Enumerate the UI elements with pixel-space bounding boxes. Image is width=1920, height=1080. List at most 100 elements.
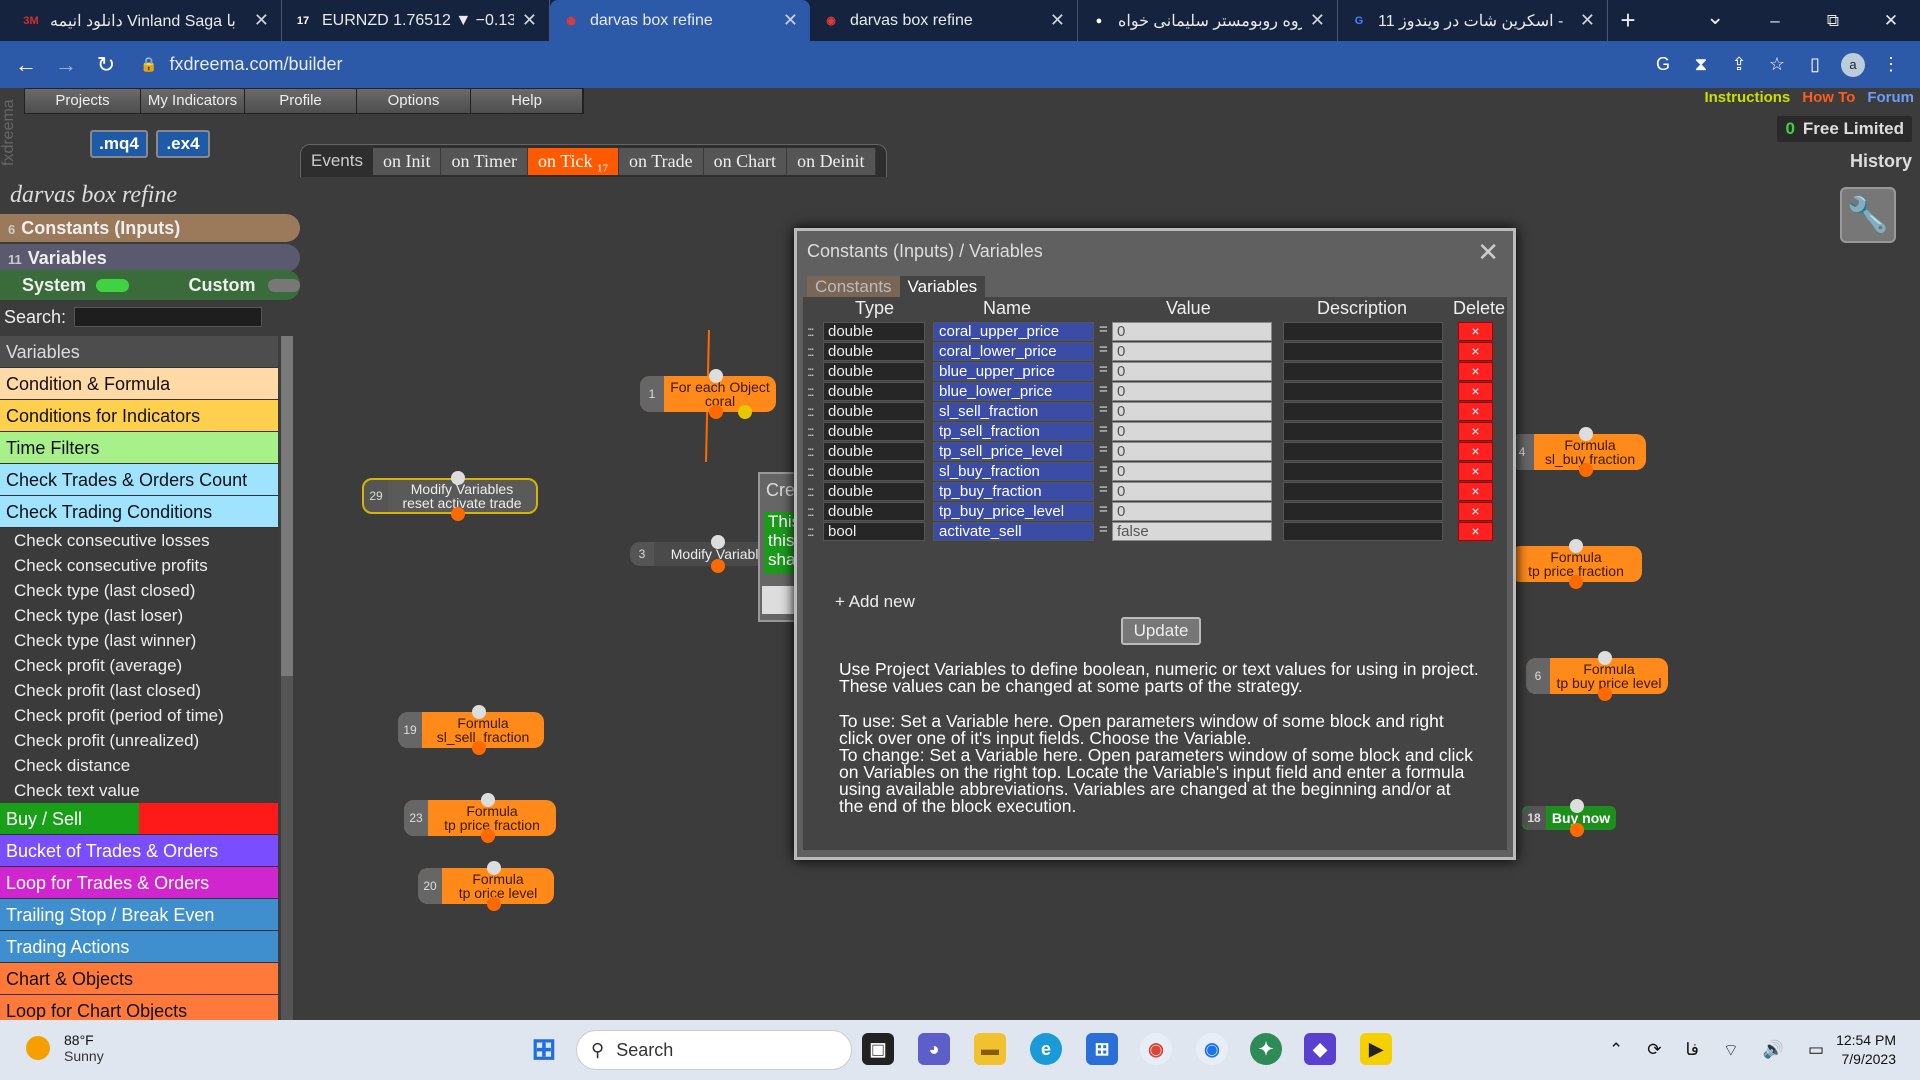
canvas-block[interactable]: 1 For each Object coral bbox=[640, 376, 776, 412]
drag-handle-icon[interactable]: ::: bbox=[807, 463, 815, 479]
tab-search-button[interactable]: ⌄ bbox=[1706, 0, 1724, 34]
input-connector[interactable] bbox=[472, 705, 486, 719]
canvas-block[interactable]: 6 Formula tp buy price level bbox=[1526, 658, 1668, 694]
menu-help[interactable]: Help bbox=[471, 89, 583, 113]
canvas-block[interactable]: 19 Formula sl_sell_fraction bbox=[398, 712, 544, 748]
category-item[interactable]: Trailing Stop / Break Even bbox=[0, 899, 278, 931]
create-dialog-input[interactable] bbox=[762, 586, 796, 614]
categories-scrollbar[interactable] bbox=[281, 336, 293, 1020]
globe-icon[interactable]: ✦ bbox=[1250, 1033, 1282, 1065]
category-item[interactable]: Check Trades & Orders Count bbox=[0, 464, 278, 496]
variable-name-field[interactable]: sl_sell_fraction bbox=[933, 402, 1094, 421]
browser-tab[interactable]: ◉ darvas box refine ✕ bbox=[810, 0, 1078, 41]
output-connector[interactable] bbox=[1579, 463, 1593, 477]
profile-avatar[interactable]: a bbox=[1841, 52, 1865, 77]
chrome-profile-icon[interactable]: ◉ bbox=[1196, 1033, 1228, 1065]
delete-variable-button[interactable]: × bbox=[1458, 342, 1493, 361]
browser-menu-icon[interactable]: ⋮ bbox=[1872, 54, 1910, 75]
browser-tab[interactable]: ● گروه روبومستر سلیمانی خواه ✕ bbox=[1078, 0, 1338, 41]
variable-description-field[interactable] bbox=[1283, 462, 1443, 481]
variable-description-field[interactable] bbox=[1283, 362, 1443, 381]
chrome-icon[interactable]: ◉ bbox=[1140, 1033, 1172, 1065]
scrollbar-thumb[interactable] bbox=[281, 336, 293, 676]
input-connector[interactable] bbox=[711, 535, 725, 549]
variable-name-field[interactable]: sl_buy_fraction bbox=[933, 462, 1094, 481]
delete-variable-button[interactable]: × bbox=[1458, 322, 1493, 341]
system-toggle[interactable] bbox=[96, 278, 129, 292]
wifi-icon[interactable]: ⌔ bbox=[1723, 1040, 1739, 1061]
close-tab-icon[interactable]: ✕ bbox=[1050, 10, 1065, 31]
variable-description-field[interactable] bbox=[1283, 382, 1443, 401]
tab-on-tick[interactable]: on Tick 17 bbox=[528, 147, 620, 175]
chevron-up-icon[interactable]: ⌃ bbox=[1609, 1040, 1623, 1060]
input-connector[interactable] bbox=[1569, 539, 1583, 553]
variable-type-select[interactable]: double bbox=[823, 362, 925, 381]
delete-variable-button[interactable]: × bbox=[1458, 422, 1493, 441]
tab-on-timer[interactable]: on Timer bbox=[441, 147, 529, 175]
variable-type-select[interactable]: double bbox=[823, 482, 925, 501]
custom-toggle[interactable] bbox=[267, 278, 300, 292]
reload-button[interactable]: ↻ bbox=[86, 52, 126, 78]
output-connector[interactable] bbox=[451, 507, 465, 521]
category-item[interactable]: Chart & Objects bbox=[0, 963, 278, 995]
ex4-button[interactable]: .ex4 bbox=[156, 130, 210, 158]
block-item[interactable]: Check profit (period of time) bbox=[0, 703, 278, 728]
close-icon[interactable]: ✕ bbox=[1477, 237, 1499, 268]
input-connector[interactable] bbox=[451, 471, 465, 485]
side-panel-icon[interactable]: ▯ bbox=[1796, 54, 1834, 75]
variable-description-field[interactable] bbox=[1283, 502, 1443, 521]
edge-icon[interactable]: e bbox=[1030, 1033, 1062, 1065]
tab-on-trade[interactable]: on Trade bbox=[619, 147, 704, 175]
category-item[interactable]: Check Trading Conditions bbox=[0, 496, 278, 528]
variable-type-select[interactable]: double bbox=[823, 502, 925, 521]
new-tab-button[interactable]: + bbox=[1608, 0, 1648, 41]
restore-button[interactable]: ⧉ bbox=[1804, 0, 1862, 41]
canvas-block[interactable]: 4 Formula sl_buy fraction bbox=[1510, 434, 1646, 470]
delete-variable-button[interactable]: × bbox=[1458, 362, 1493, 381]
search-input[interactable] bbox=[74, 307, 263, 327]
taskbar-search[interactable]: ⚲ Search bbox=[576, 1030, 852, 1070]
delete-variable-button[interactable]: × bbox=[1458, 462, 1493, 481]
category-item[interactable]: Buy / Sell bbox=[0, 803, 278, 835]
teams-icon[interactable]: ◕ bbox=[918, 1033, 950, 1065]
false-connector[interactable] bbox=[738, 405, 752, 419]
variable-type-select[interactable]: bool bbox=[823, 522, 925, 541]
variable-type-select[interactable]: double bbox=[823, 322, 925, 341]
link-forum[interactable]: Forum bbox=[1867, 89, 1914, 106]
variable-description-field[interactable] bbox=[1283, 422, 1443, 441]
variable-type-select[interactable]: double bbox=[823, 422, 925, 441]
tab-constants[interactable]: Constants bbox=[807, 276, 900, 298]
variable-value-field[interactable]: 0 bbox=[1112, 482, 1272, 501]
variable-value-field[interactable]: 0 bbox=[1112, 382, 1272, 401]
bookmark-star-icon[interactable]: ☆ bbox=[1758, 54, 1796, 75]
url-field[interactable]: 🔒 fxdreema.com/builder bbox=[140, 47, 1620, 82]
category-item[interactable]: Condition & Formula bbox=[0, 368, 278, 400]
output-connector[interactable] bbox=[487, 897, 501, 911]
block-item[interactable]: Check text value bbox=[0, 778, 278, 803]
category-item[interactable]: Bucket of Trades & Orders bbox=[0, 835, 278, 867]
block-item[interactable]: Check distance bbox=[0, 753, 278, 778]
delete-variable-button[interactable]: × bbox=[1458, 502, 1493, 521]
variable-value-field[interactable]: 0 bbox=[1112, 342, 1272, 361]
variable-value-field[interactable]: 0 bbox=[1112, 362, 1272, 381]
variable-value-field[interactable]: false bbox=[1112, 522, 1272, 541]
category-item[interactable]: Time Filters bbox=[0, 432, 278, 464]
store-icon[interactable]: ⊞ bbox=[1086, 1033, 1118, 1065]
variable-value-field[interactable]: 0 bbox=[1112, 402, 1272, 421]
variable-type-select[interactable]: double bbox=[823, 442, 925, 461]
block-item[interactable]: Check consecutive profits bbox=[0, 553, 278, 578]
delete-variable-button[interactable]: × bbox=[1458, 482, 1493, 501]
category-item[interactable]: Loop for Trades & Orders bbox=[0, 867, 278, 899]
mq4-button[interactable]: .mq4 bbox=[90, 130, 148, 158]
close-tab-icon[interactable]: ✕ bbox=[522, 10, 537, 31]
plan-badge[interactable]: 0 Free Limited bbox=[1777, 116, 1912, 142]
drag-handle-icon[interactable]: ::: bbox=[807, 523, 815, 539]
input-connector[interactable] bbox=[481, 793, 495, 807]
variable-value-field[interactable]: 0 bbox=[1112, 502, 1272, 521]
output-connector[interactable] bbox=[709, 405, 723, 419]
output-connector[interactable] bbox=[472, 741, 486, 755]
canvas-block[interactable]: 23 Formula tp price fraction bbox=[404, 800, 556, 836]
variable-value-field[interactable]: 0 bbox=[1112, 442, 1272, 461]
history-link[interactable]: History bbox=[1850, 151, 1912, 172]
back-button[interactable]: ← bbox=[6, 52, 46, 78]
